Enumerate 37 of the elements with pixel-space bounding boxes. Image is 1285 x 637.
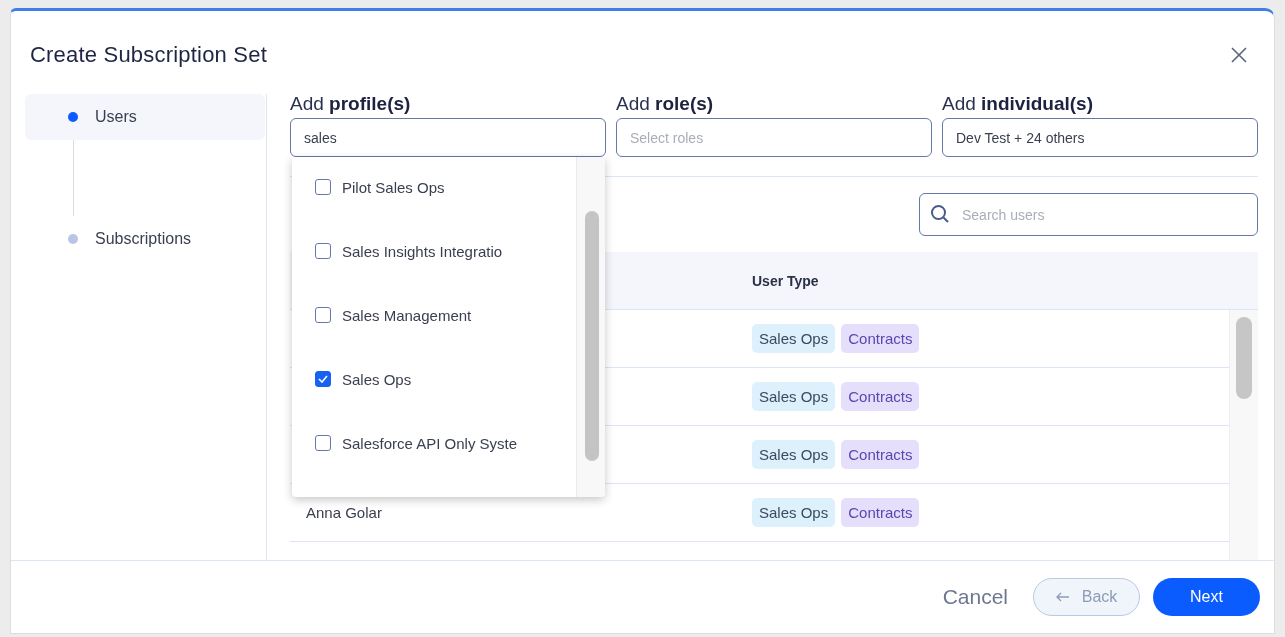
column-header: User Type [752,272,819,289]
checkbox[interactable] [315,307,331,323]
checkbox[interactable] [315,435,331,451]
user-type-tag: Sales Ops [752,382,836,411]
option-item[interactable]: Sales Management [292,283,576,347]
user-type-tag: Sales Ops [752,324,836,353]
next-button[interactable]: Next [1153,578,1260,616]
option-item[interactable]: Pilot Sales Ops [292,157,576,219]
option-item[interactable]: Salesforce API Only Syste [292,411,576,475]
user-type-tag: Sales Ops [752,498,836,527]
field-label: Add individual(s) [942,94,1094,116]
checkbox[interactable] [315,243,331,259]
search-field[interactable]: Search users [919,193,1258,236]
select-field[interactable]: Dev Test + 24 others [942,118,1258,157]
option-item[interactable]: Sales Insights Integratio [292,219,576,283]
user-type-tag: Contracts [841,440,920,469]
user-type-tag: Contracts [841,324,920,353]
cancel-button[interactable]: Cancel [930,578,1020,616]
user-type-tag: Contracts [841,498,920,527]
step-item[interactable]: Subscriptions [25,216,265,262]
field-label: Add role(s) [616,94,715,116]
close-icon[interactable] [1230,45,1248,64]
step-item[interactable]: Users [25,94,265,140]
scrollbar-thumb[interactable] [585,211,599,461]
user-type-tag: Sales Ops [752,440,836,469]
option-item[interactable]: Sales Ops [292,347,576,411]
checkbox[interactable] [315,371,331,387]
search-icon [930,204,950,224]
arrow-left-icon [1055,592,1070,602]
dialog-title: Create Subscription Set [30,41,267,68]
user-type-tag: Contracts [841,382,920,411]
select-field[interactable]: sales [290,118,606,157]
scrollbar-thumb[interactable] [1236,317,1252,399]
field-label: Add profile(s) [290,94,412,116]
checkbox[interactable] [315,179,331,195]
check-icon [318,375,328,383]
table-cell: Anna Golar [306,504,382,521]
